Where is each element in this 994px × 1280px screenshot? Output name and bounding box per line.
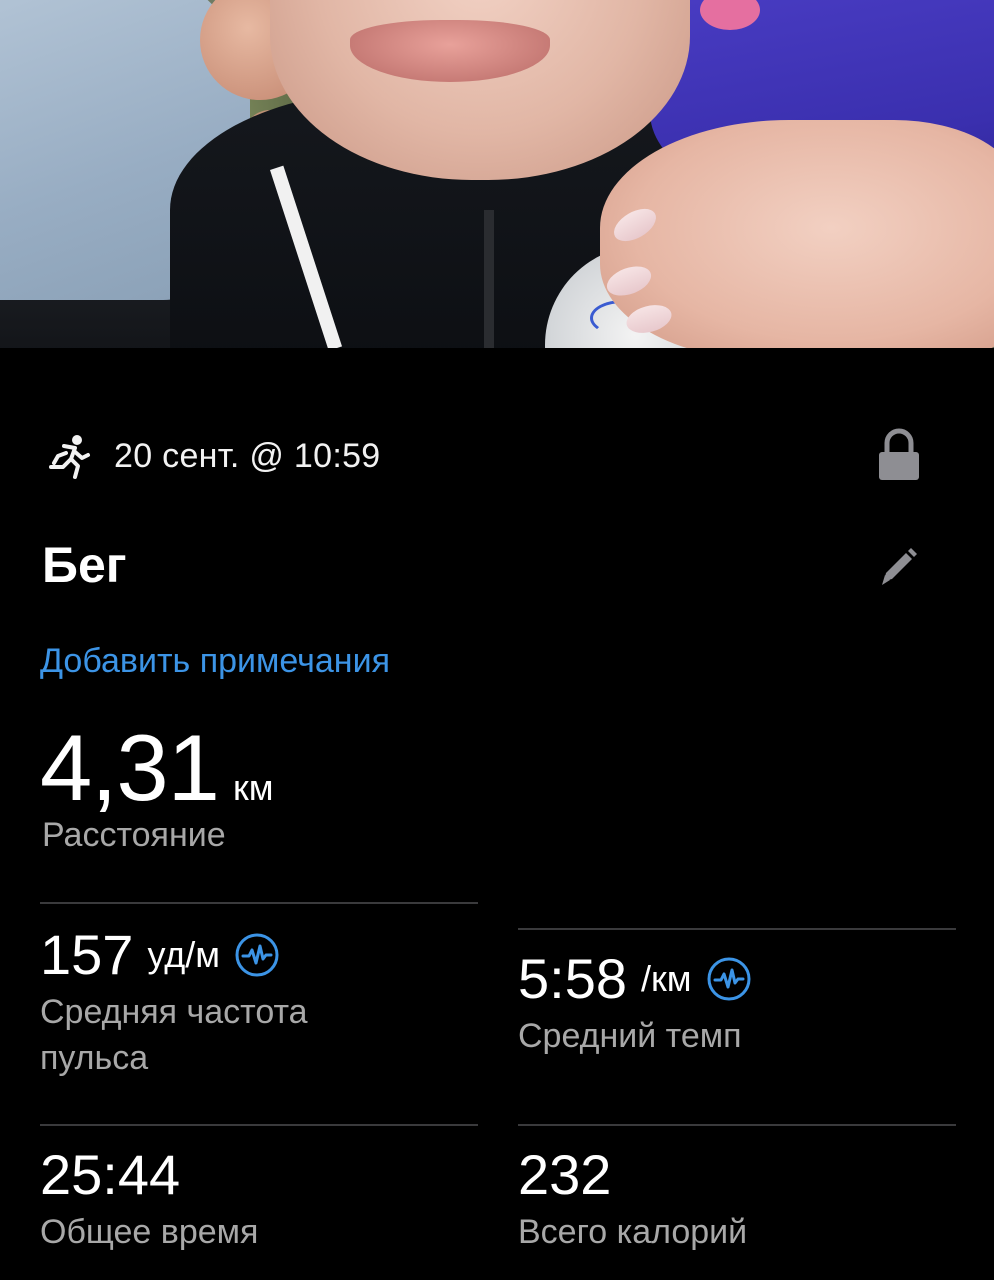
- divider: [518, 1124, 956, 1126]
- lock-icon[interactable]: [874, 428, 924, 482]
- distance-metric: 4,31 км: [40, 714, 273, 822]
- add-notes-link[interactable]: Добавить примечания: [40, 642, 390, 681]
- activity-photo[interactable]: [0, 0, 994, 348]
- photo-zipper: [484, 210, 494, 348]
- total-calories-metric[interactable]: 232 Всего калорий: [518, 1142, 948, 1255]
- running-person-icon: [49, 435, 90, 479]
- heart-rate-sensor-icon: [707, 957, 751, 1000]
- activity-detail-screen: 20 сент. @ 10:59 Бег Добавить примечания…: [0, 0, 994, 1280]
- avg-pace-unit: /км: [641, 957, 692, 999]
- divider: [40, 902, 478, 904]
- divider: [518, 928, 956, 930]
- heart-rate-sensor-icon: [235, 933, 279, 976]
- distance-unit: км: [232, 767, 274, 808]
- avg-heart-rate-value: 157: [40, 923, 134, 986]
- avg-heart-rate-label: Средняя частота пульса: [40, 993, 308, 1077]
- pencil-icon[interactable]: [876, 545, 920, 589]
- avg-pace-value: 5:58: [518, 947, 627, 1010]
- avg-pace-metric[interactable]: 5:58 /км Средний темп: [518, 946, 948, 1059]
- activity-datetime: 20 сент. @ 10:59: [114, 436, 381, 475]
- avg-heart-rate-metric[interactable]: 157 уд/м Средняя частота пульса: [40, 922, 470, 1081]
- activity-header: 20 сент. @ 10:59: [42, 428, 381, 484]
- distance-label: Расстояние: [42, 816, 226, 854]
- divider: [40, 1124, 478, 1126]
- total-time-metric[interactable]: 25:44 Общее время: [40, 1142, 470, 1255]
- total-calories-value: 232: [518, 1143, 612, 1206]
- total-time-label: Общее время: [40, 1213, 259, 1251]
- distance-value: 4,31: [40, 715, 220, 820]
- activity-title: Бег: [42, 537, 127, 593]
- avg-heart-rate-unit: уд/м: [147, 933, 220, 975]
- total-time-value: 25:44: [40, 1143, 181, 1206]
- total-calories-label: Всего калорий: [518, 1213, 748, 1251]
- avg-pace-label: Средний темп: [518, 1017, 742, 1055]
